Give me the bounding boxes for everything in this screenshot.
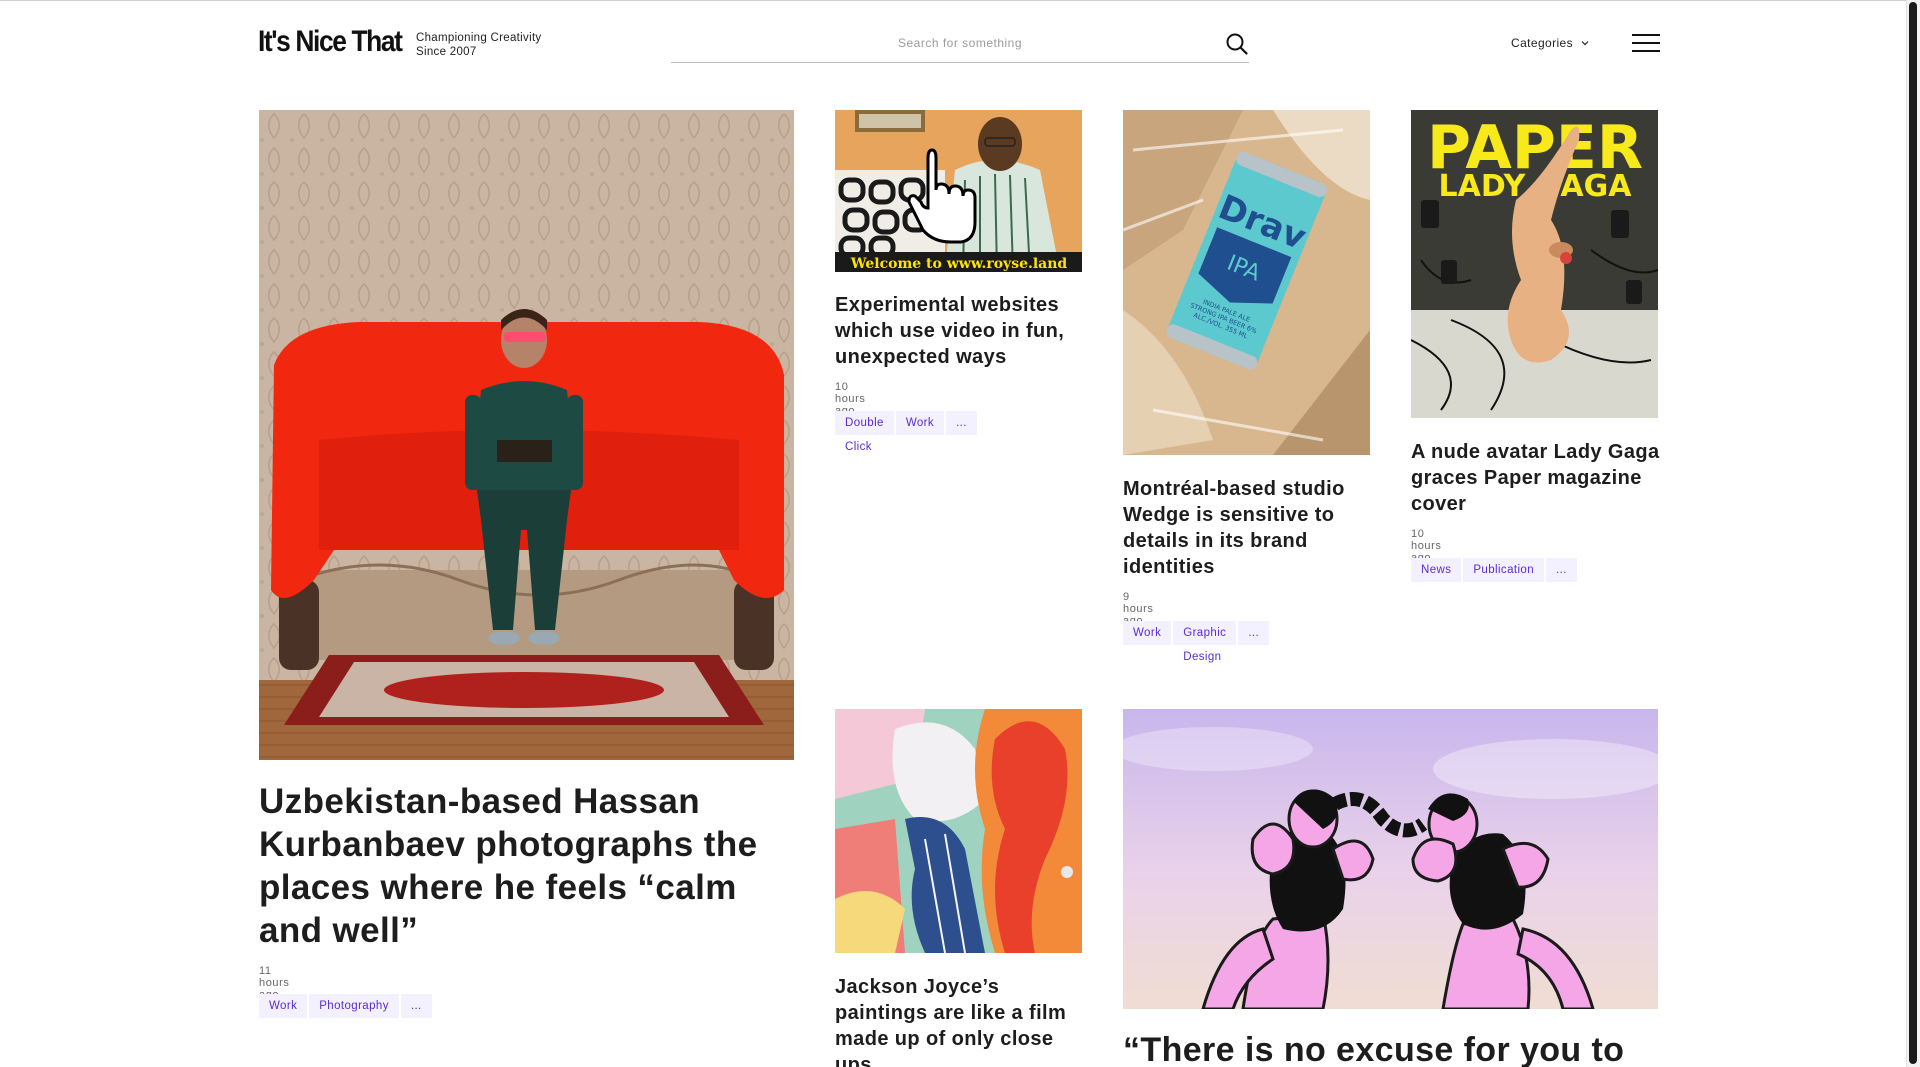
article-tags: News Publication ... [1411,558,1577,582]
tagline-line-2: Since 2007 [416,46,477,58]
tag-work[interactable]: Work [895,411,945,435]
article-title[interactable]: “There is no excuse for you to [1123,1029,1658,1067]
illustration-wrestlers [1123,709,1658,1009]
tagline-line-1: Championing Creativity [416,32,542,44]
article-title[interactable]: Experimental websites which use video in… [835,292,1085,370]
article-tags: Work Graphic Design ... [1123,621,1270,663]
tag-graphic-design[interactable]: Graphic Design [1173,621,1237,663]
image-caption: Welcome to www.royse.land [850,256,1068,272]
hamburger-menu-icon[interactable] [1632,34,1660,54]
scrollbar-thumb[interactable] [1909,2,1917,1064]
tag-work[interactable]: Work [1123,621,1172,645]
article-title[interactable]: Montréal-based studio Wedge is sensitive… [1123,476,1373,580]
article-image[interactable]: Welcome to www.royse.land [835,110,1082,272]
tag-more[interactable]: ... [946,411,977,435]
article-tags: Work Photography ... [259,994,432,1018]
tag-more[interactable]: ... [1238,621,1270,645]
article-image[interactable]: Drav IPA INDIA PALE ALE STRONG IPA BEER … [1123,110,1370,455]
article-title[interactable]: Jackson Joyce’s paintings are like a fil… [835,974,1085,1067]
site-tagline: Championing Creativity Since 2007 [416,31,542,59]
painting-illustration [835,709,1082,953]
search-input[interactable] [671,26,1249,60]
page-scrollbar[interactable] [1906,0,1920,1067]
article-image[interactable] [259,110,794,760]
article-image[interactable]: PAPER LADY GAGA [1411,110,1658,418]
chevron-down-icon [1581,41,1589,46]
article-image[interactable] [1123,709,1658,1009]
tag-more[interactable]: ... [1546,558,1577,582]
photo-woman-on-red-sofa [259,110,794,760]
tag-news[interactable]: News [1411,558,1462,582]
site-header: It's Nice That Championing Creativity Si… [0,0,1906,90]
magazine-cover-image: PAPER LADY GAGA [1411,110,1658,418]
photo-beer-can-in-plastic: Drav IPA INDIA PALE ALE STRONG IPA BEER … [1123,110,1370,455]
video-still-with-cursor: Welcome to www.royse.land [835,110,1082,272]
article-title[interactable]: A nude avatar Lady Gaga graces Paper mag… [1411,439,1661,517]
tag-double-click[interactable]: Double Click [835,411,894,453]
tag-photography[interactable]: Photography [309,994,399,1018]
tag-more[interactable]: ... [400,994,432,1018]
article-title[interactable]: Uzbekistan-based Hassan Kurbanbaev photo… [259,780,799,952]
article-tags: Double Click Work ... [835,411,977,453]
tag-publication[interactable]: Publication [1463,558,1545,582]
search-bar [671,26,1249,63]
search-icon[interactable] [1225,32,1249,56]
site-logo[interactable]: It's Nice That [258,25,403,59]
categories-dropdown[interactable]: Categories [1511,36,1589,50]
article-image[interactable] [835,709,1082,953]
categories-label: Categories [1511,36,1574,50]
tag-work[interactable]: Work [259,994,308,1018]
